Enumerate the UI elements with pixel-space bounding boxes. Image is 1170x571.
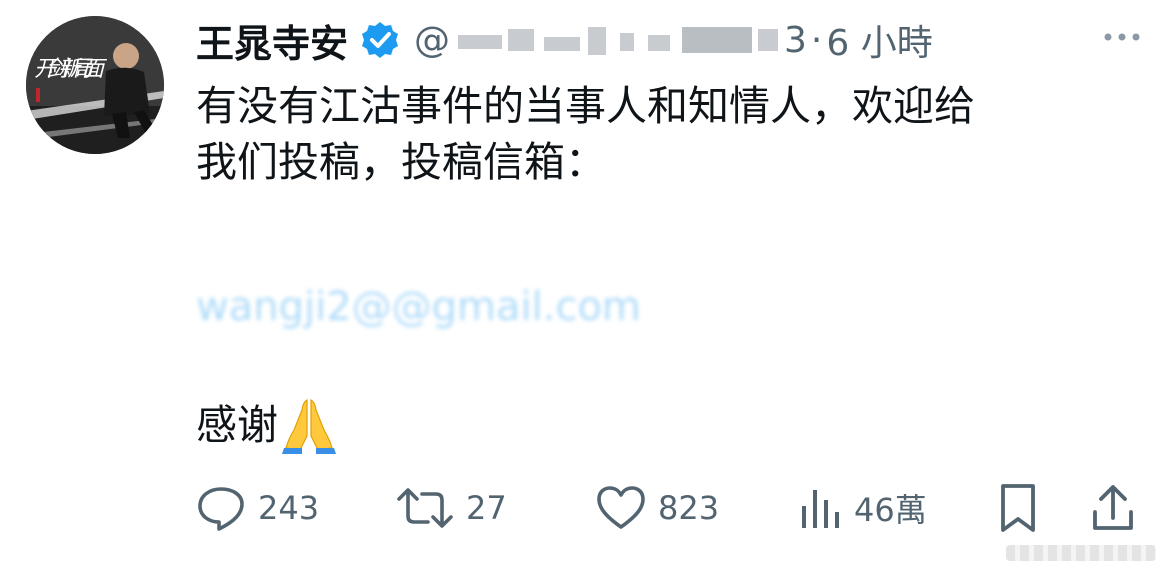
retweet-count: 27 (466, 489, 507, 527)
tweet-header: 王晁寺安 @ 3 · 6 小時 (196, 12, 1150, 68)
tweet-text: 有没有江沽事件的当事人和知情人，欢迎给 我们投稿，投稿信箱： (196, 78, 1136, 190)
email-address[interactable]: wangji2@@gmail.com (196, 284, 641, 330)
tweet-line-2: 我们投稿，投稿信箱： (196, 138, 606, 186)
more-icon[interactable] (1102, 30, 1142, 44)
like-icon (597, 486, 645, 529)
bookmark-icon (1001, 484, 1035, 532)
views-count: 46萬 (854, 491, 927, 529)
handle-tail: 3 (784, 19, 807, 61)
verified-badge-icon (362, 22, 399, 58)
reply-count: 243 (258, 489, 320, 527)
tweet-actions: 243 27 823 46萬 (196, 478, 1146, 538)
handle-at: @ (414, 19, 451, 61)
avatar-calligraphy: 开剑新局面 (34, 57, 108, 82)
handle-redacted (452, 23, 782, 57)
reply-icon (198, 487, 244, 531)
retweet-icon (397, 488, 453, 528)
post-time[interactable]: 6 小時 (826, 14, 932, 66)
thanks-text: 感谢 (196, 401, 278, 449)
author-name[interactable]: 王晁寺安 (196, 13, 348, 68)
retweet-button[interactable]: 27 (396, 478, 507, 538)
author-handle[interactable]: @ 3 · 6 小時 (414, 14, 933, 66)
like-button[interactable]: 823 (596, 478, 719, 538)
share-button[interactable] (1091, 478, 1135, 538)
email-link[interactable]: wangji2@@gmail.com (196, 284, 756, 330)
tweet-thanks: 感谢 (196, 396, 338, 454)
watermark (1006, 545, 1156, 561)
pray-emoji-icon (282, 399, 336, 454)
share-icon (1093, 485, 1133, 530)
avatar-image: 开剑新局面 (26, 16, 164, 154)
avatar[interactable]: 开剑新局面 (26, 16, 164, 154)
bookmark-button[interactable] (998, 478, 1038, 538)
tweet-line-1: 有没有江沽事件的当事人和知情人，欢迎给 (196, 82, 975, 130)
views-button[interactable]: 46萬 (800, 478, 927, 538)
like-count: 823 (658, 489, 720, 527)
views-icon (802, 490, 839, 528)
time-separator: · (810, 19, 823, 61)
reply-button[interactable]: 243 (196, 478, 319, 538)
